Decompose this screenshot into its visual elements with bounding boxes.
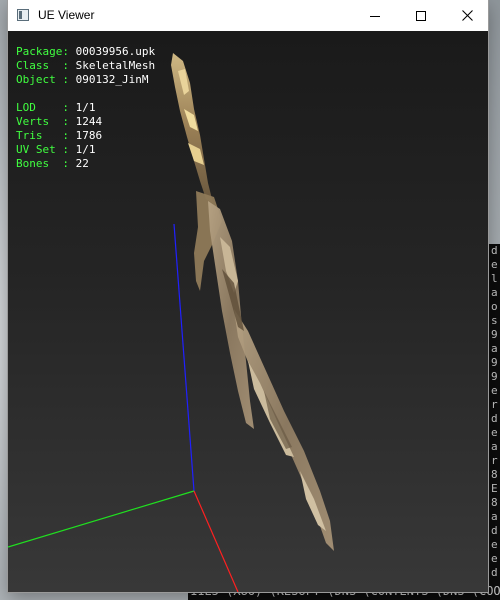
window-title: UE Viewer bbox=[38, 8, 95, 22]
console-line: d bbox=[491, 524, 498, 537]
console-line: 9 bbox=[491, 328, 498, 341]
console-line: e bbox=[491, 426, 498, 439]
y-axis-line bbox=[8, 490, 195, 548]
info-row-bones: Bones : 22 bbox=[16, 157, 155, 171]
maximize-icon bbox=[416, 10, 426, 21]
console-line: e bbox=[491, 552, 498, 565]
info-value: 00039956.upk bbox=[75, 45, 156, 58]
console-line: E bbox=[491, 482, 498, 495]
minimize-icon bbox=[370, 15, 380, 17]
skeletal-mesh bbox=[171, 53, 334, 551]
info-label: Class : bbox=[16, 59, 76, 72]
console-line: 9 bbox=[491, 370, 498, 383]
title-bar[interactable]: UE Viewer bbox=[8, 0, 488, 31]
info-label: Package: bbox=[16, 45, 76, 58]
close-button[interactable] bbox=[444, 0, 490, 31]
minimize-button[interactable] bbox=[352, 0, 398, 31]
info-value: 090132_JinM bbox=[75, 73, 149, 86]
info-row-class: Class : SkeletalMesh bbox=[16, 59, 155, 73]
info-row-package: Package: 00039956.upk bbox=[16, 45, 155, 59]
info-value: 1/1 bbox=[75, 143, 96, 156]
info-row-object: Object : 090132_JinM bbox=[16, 73, 155, 87]
info-label: UV Set : bbox=[16, 143, 76, 156]
console-line: a bbox=[491, 440, 498, 453]
console-line: s bbox=[491, 314, 498, 327]
console-line: o bbox=[491, 300, 498, 313]
console-line: d bbox=[491, 566, 498, 579]
3d-viewport[interactable]: Package: 00039956.upk Class : SkeletalMe… bbox=[8, 31, 488, 592]
info-value: 22 bbox=[75, 157, 89, 170]
console-line: 9 bbox=[491, 356, 498, 369]
z-axis-line bbox=[173, 223, 195, 492]
info-value: SkeletalMesh bbox=[75, 59, 156, 72]
console-line: r bbox=[491, 398, 498, 411]
console-line: e bbox=[491, 384, 498, 397]
info-label: LOD : bbox=[16, 101, 76, 114]
close-icon bbox=[461, 10, 473, 21]
console-line: 8 bbox=[491, 468, 498, 481]
info-value: 1786 bbox=[75, 129, 103, 142]
info-row-verts: Verts : 1244 bbox=[16, 115, 155, 129]
app-icon bbox=[17, 9, 29, 21]
info-label: Tris : bbox=[16, 129, 76, 142]
console-line: d bbox=[491, 244, 498, 257]
console-line: d bbox=[491, 412, 498, 425]
ue-viewer-window[interactable]: UE Viewer Package: 00039956.upk Class: … bbox=[8, 0, 488, 592]
console-window[interactable]: delaos9a99erdear8E8adeeds bbox=[488, 244, 500, 600]
console-line: 8 bbox=[491, 496, 498, 509]
info-row-lod: LOD : 1/1 bbox=[16, 101, 155, 115]
info-label: Bones : bbox=[16, 157, 76, 170]
info-row-uvset: UV Set : 1/1 bbox=[16, 143, 155, 157]
info-label: Verts : bbox=[16, 115, 76, 128]
mesh-info-panel: Package: 00039956.upk Class : SkeletalMe… bbox=[16, 45, 155, 171]
info-row-tris: Tris : 1786 bbox=[16, 129, 155, 143]
maximize-button[interactable] bbox=[398, 0, 444, 31]
console-line: e bbox=[491, 258, 498, 271]
console-line: l bbox=[491, 272, 498, 285]
console-line: a bbox=[491, 510, 498, 523]
console-line: a bbox=[491, 286, 498, 299]
console-line: a bbox=[491, 342, 498, 355]
info-label: Object : bbox=[16, 73, 76, 86]
x-axis-line bbox=[193, 490, 239, 592]
console-line: e bbox=[491, 538, 498, 551]
console-line: r bbox=[491, 454, 498, 467]
info-value: 1/1 bbox=[75, 101, 96, 114]
info-value: 1244 bbox=[75, 115, 103, 128]
